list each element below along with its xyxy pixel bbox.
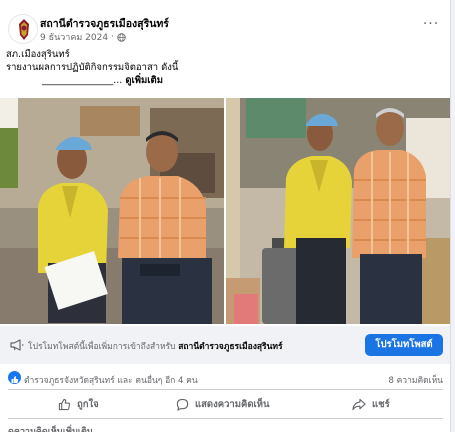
promote-post-button[interactable]: โปรโมทโพสต์ xyxy=(365,334,443,356)
post-card: สถานีตำรวจภูธรเมืองสุรินทร์ 9 ธันวาคม 20… xyxy=(0,0,451,432)
comment-label: แสดงความคิดเห็น xyxy=(195,398,270,410)
post-header: สถานีตำรวจภูธรเมืองสุรินทร์ 9 ธันวาคม 20… xyxy=(0,0,450,46)
like-reaction-icon[interactable] xyxy=(8,371,21,384)
comment-count[interactable]: 8 ความคิดเห็น xyxy=(389,373,443,387)
post-photo-2[interactable] xyxy=(226,98,450,324)
post-text-line: _______________... ดูเพิ่มเติม xyxy=(6,74,436,87)
post-meta: 9 ธันวาคม 2024 · xyxy=(40,30,126,44)
separator-dot: · xyxy=(111,32,114,42)
post-actions: ถูกใจ แสดงความคิดเห็น แชร์ xyxy=(0,392,450,416)
divider xyxy=(8,418,443,419)
like-button[interactable]: ถูกใจ xyxy=(58,392,99,416)
like-label: ถูกใจ xyxy=(77,398,99,410)
photo-image xyxy=(0,98,224,324)
photo-image xyxy=(226,98,450,324)
share-button[interactable]: แชร์ xyxy=(352,392,390,416)
thumbs-up-icon xyxy=(11,376,19,383)
photo-grid xyxy=(0,98,450,324)
divider xyxy=(8,389,443,390)
globe-icon xyxy=(117,32,126,42)
police-emblem-icon xyxy=(10,16,37,43)
underline-text: _______________... xyxy=(42,75,123,86)
share-label: แชร์ xyxy=(372,398,390,410)
like-icon xyxy=(58,398,71,410)
reaction-summary-text[interactable]: ตำรวจภูธรจังหวัดสุรินทร์ และ คนอื่นๆ อีก… xyxy=(24,373,198,387)
promotion-page-name: สถานีตำรวจภูธรเมืองสุรินทร์ xyxy=(178,342,283,352)
promotion-bar: โปรโมทโพสต์นี้เพื่อเพิ่มการเข้าถึงสำหรับ… xyxy=(0,326,450,364)
post-text-line: รายงานผลการปฏิบัติกิจกรรมจิตอาสา ดังนี้ xyxy=(6,62,179,73)
post-text: สภ.เมืองสุรินทร์ รายงานผลการปฏิบัติกิจกร… xyxy=(6,48,436,87)
see-more-link[interactable]: ดูเพิ่มเติม xyxy=(125,75,163,86)
share-icon xyxy=(352,398,366,410)
promotion-text: โปรโมทโพสต์นี้เพื่อเพิ่มการเข้าถึงสำหรับ… xyxy=(28,339,283,353)
view-more-comments-link[interactable]: ดูความคิดเห็นเพิ่มเติม xyxy=(8,424,93,432)
more-options-icon[interactable]: ··· xyxy=(421,17,441,34)
page-avatar[interactable] xyxy=(8,14,38,44)
comment-button[interactable]: แสดงความคิดเห็น xyxy=(176,392,270,416)
post-date[interactable]: 9 ธันวาคม 2024 xyxy=(40,30,108,44)
post-text-line: สภ.เมืองสุรินทร์ xyxy=(6,49,70,60)
reactions-summary: ตำรวจภูธรจังหวัดสุรินทร์ และ คนอื่นๆ อีก… xyxy=(0,368,450,388)
promotion-description: โปรโมทโพสต์นี้เพื่อเพิ่มการเข้าถึงสำหรับ xyxy=(28,342,176,352)
comment-icon xyxy=(176,398,189,411)
megaphone-icon xyxy=(10,339,24,351)
post-photo-1[interactable] xyxy=(0,98,224,324)
